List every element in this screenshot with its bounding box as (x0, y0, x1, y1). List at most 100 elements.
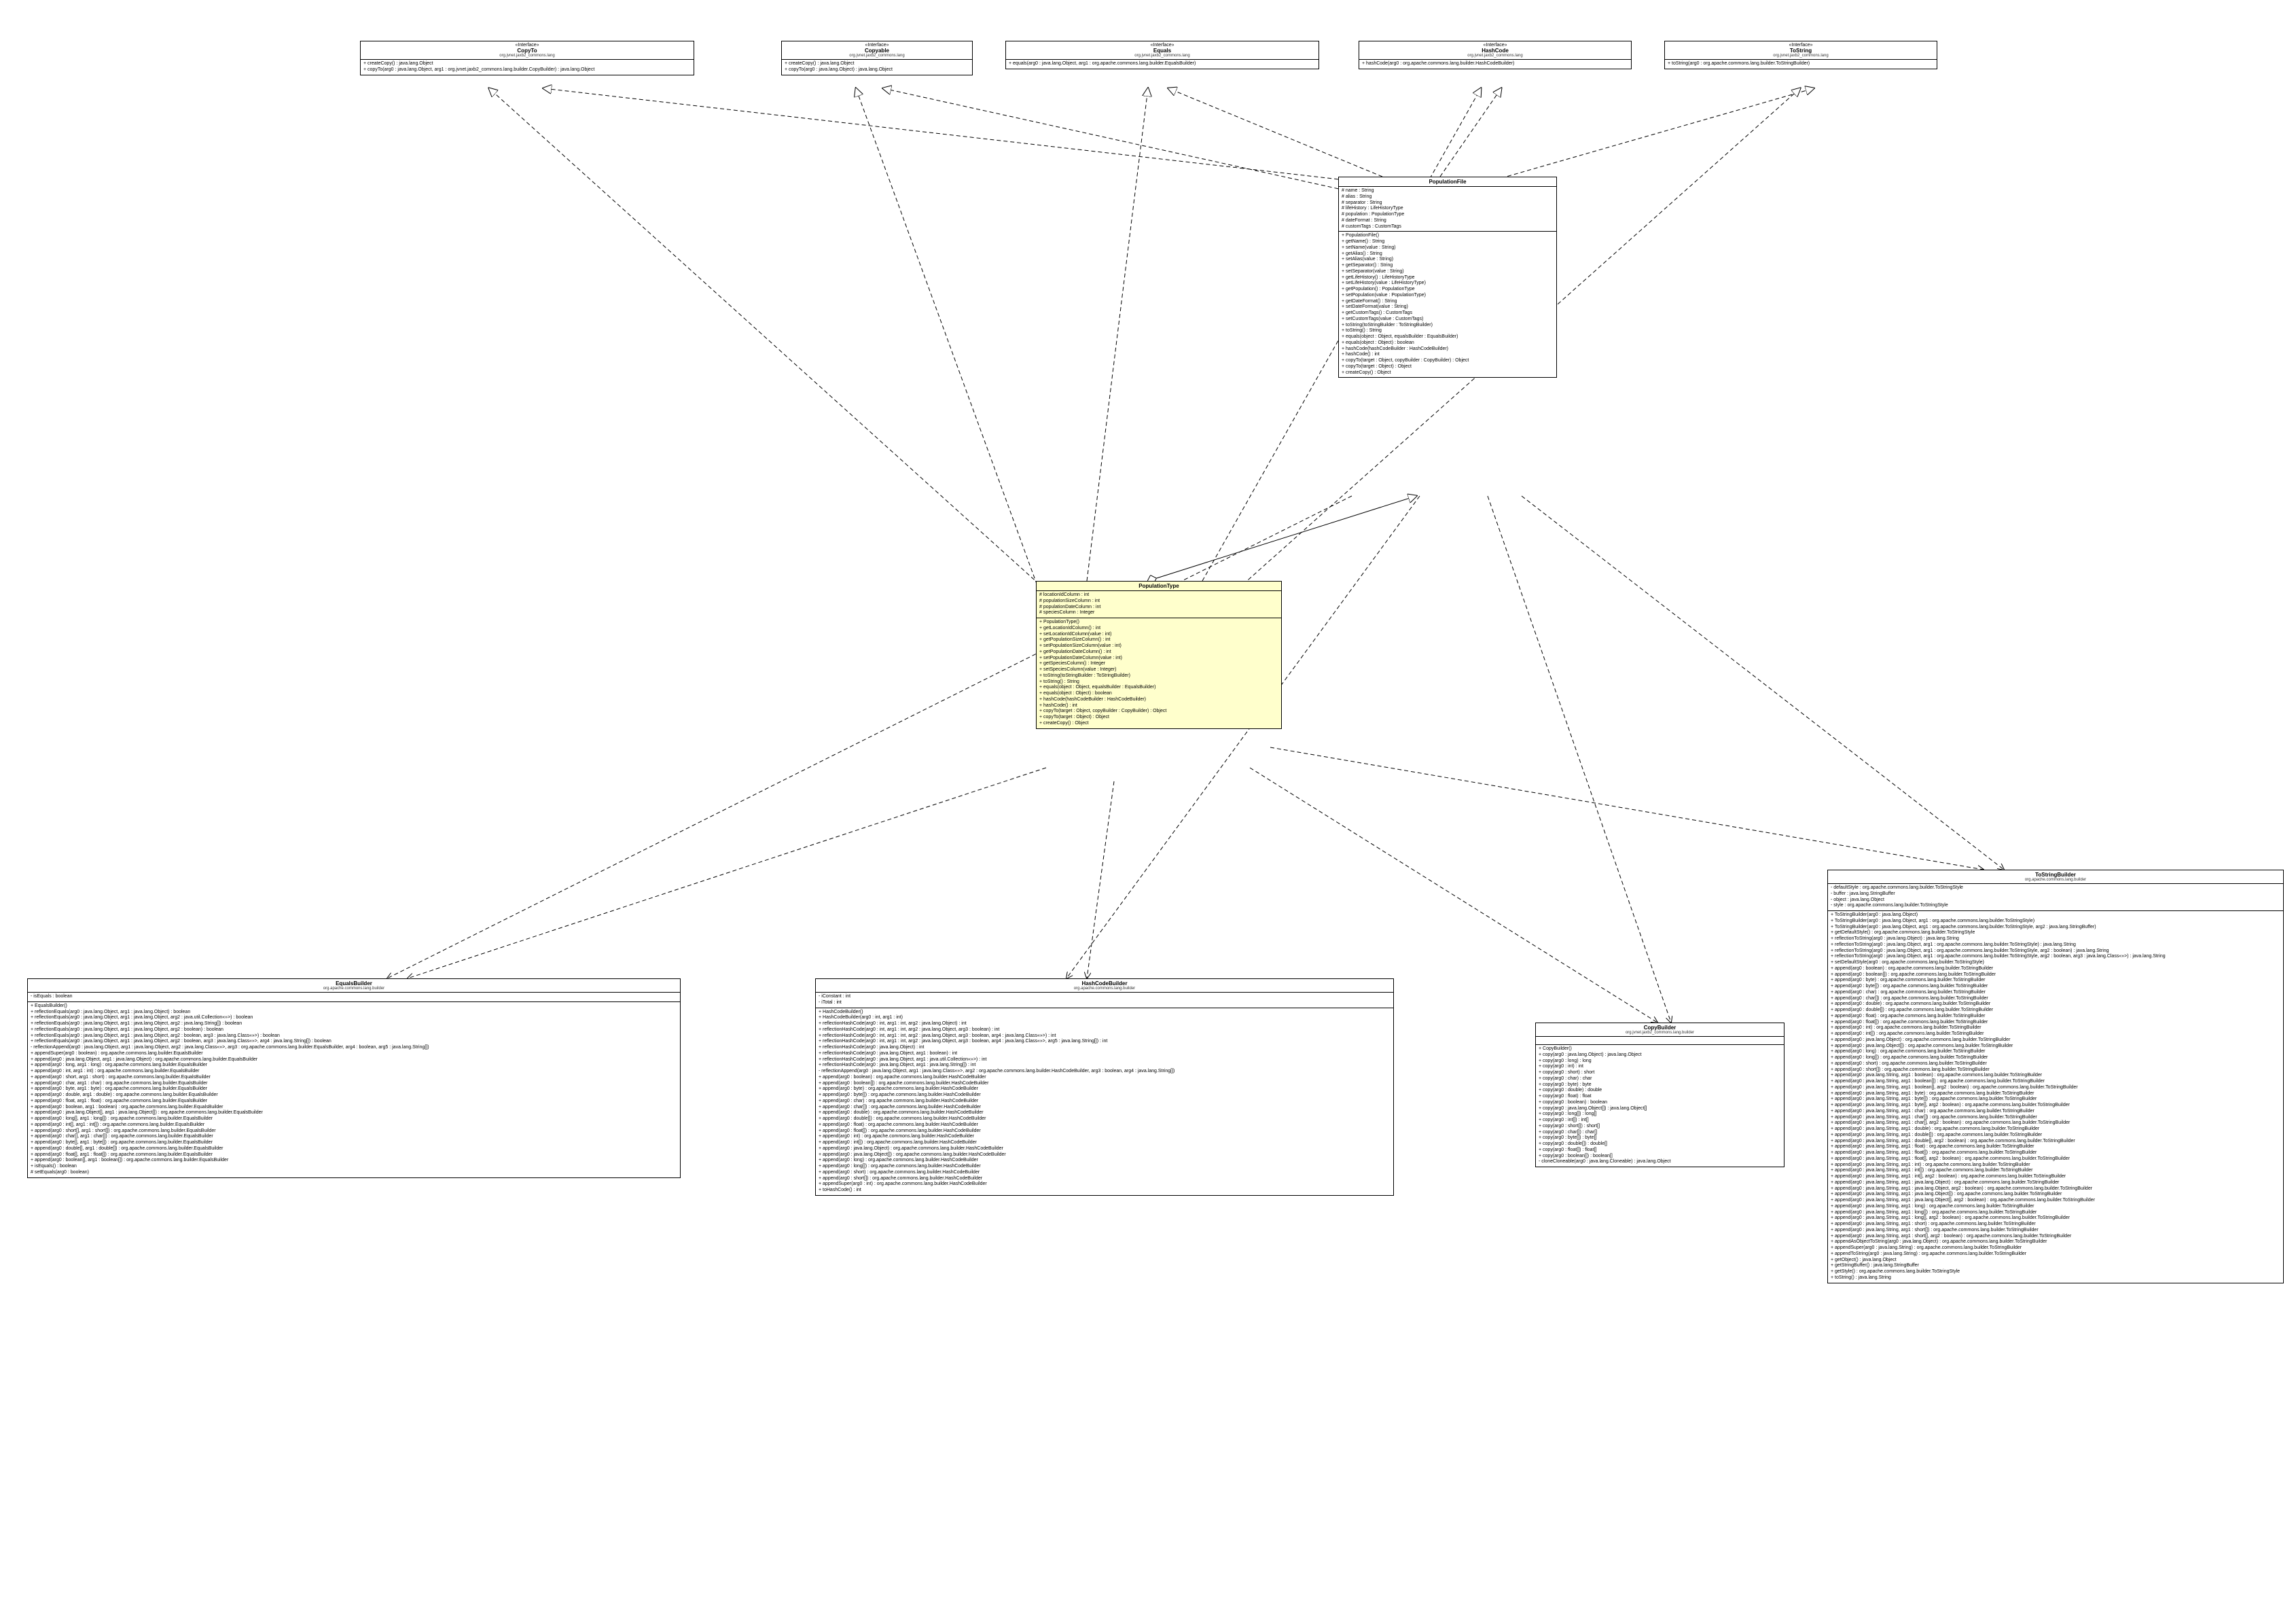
member: + hashCode(hashCodeBuilder : HashCodeBui… (1342, 347, 1554, 353)
member: + reflectionEquals(arg0 : java.lang.Obje… (31, 1039, 677, 1045)
member: + HashCodeBuilder(arg0 : int, arg1 : int… (819, 1015, 1391, 1021)
member: + append(arg0 : java.lang.Object) : org.… (819, 1146, 1391, 1152)
member: + copy(arg0 : byte) : byte (1539, 1082, 1781, 1088)
member: + copy(arg0 : char[]) : char[] (1539, 1130, 1781, 1136)
member: + append(arg0 : java.lang.String, arg1 :… (1831, 1156, 2280, 1162)
member: + equals(arg0 : java.lang.Object, arg1 :… (1009, 61, 1316, 67)
member: + getSeparator() : String (1342, 263, 1554, 269)
stereotype: «Interface» (785, 43, 969, 48)
member: + copy(arg0 : long) : long (1539, 1059, 1781, 1065)
package: org.apache.commons.lang.builder (31, 987, 677, 991)
fields: - iConstant : int- iTotal : int (816, 993, 1393, 1008)
member: # lifeHistory : LifeHistoryType (1342, 206, 1554, 212)
member: + hashCode(arg0 : org.apache.commons.lan… (1362, 61, 1628, 67)
member: + append(arg0 : float) : org.apache.comm… (819, 1122, 1391, 1129)
member: + getLocationIdColumn() : int (1039, 626, 1278, 632)
methods: + hashCode(arg0 : org.apache.commons.lan… (1359, 60, 1631, 69)
member: + append(arg0 : byte, arg1 : byte) : org… (31, 1086, 677, 1093)
member: + append(arg0 : boolean[]) : org.apache.… (819, 1081, 1391, 1087)
member: + getCustomTags() : CustomTags (1342, 310, 1554, 317)
member: + append(arg0 : long[]) : org.apache.com… (819, 1164, 1391, 1170)
member: + reflectionHashCode(arg0 : java.lang.Ob… (819, 1045, 1391, 1051)
member: + append(arg0 : boolean[]) : org.apache.… (1831, 972, 2280, 978)
methods: + equals(arg0 : java.lang.Object, arg1 :… (1006, 60, 1319, 69)
member: + copy(arg0 : double[]) : double[] (1539, 1141, 1781, 1148)
member: + reflectionHashCode(arg0 : java.lang.Ob… (819, 1063, 1391, 1069)
member: # locationIdColumn : int (1039, 592, 1278, 599)
member: # setEquals(arg0 : boolean) (31, 1170, 677, 1176)
member: + setAlias(value : String) (1342, 257, 1554, 263)
member: + PopulationType() (1039, 620, 1278, 626)
member: + append(arg0 : java.lang.String, arg1 :… (1831, 1215, 2280, 1222)
class-name: ToStringBuilder (1831, 872, 2280, 878)
member: + append(arg0 : float[], arg1 : float[])… (31, 1152, 677, 1158)
member: + append(arg0 : long, arg1 : long) : org… (31, 1063, 677, 1069)
member: + append(arg0 : double[]) : org.apache.c… (819, 1116, 1391, 1122)
uml-diagram: «Interface»CopyToorg.jvnet.jaxb2_commons… (0, 0, 2296, 1598)
member: + getStyle() : org.apache.commons.lang.b… (1831, 1269, 2280, 1275)
member: + setPopulationDateColumn(value : int) (1039, 656, 1278, 662)
member: + appendSuper(arg0 : boolean) : org.apac… (31, 1051, 677, 1057)
member: + appendSuper(arg0 : int) : org.apache.c… (819, 1182, 1391, 1188)
member: + append(arg0 : float[]) : org.apache.co… (1831, 1020, 2280, 1026)
methods: + createCopy() : java.lang.Object+ copyT… (782, 60, 972, 75)
member: + append(arg0 : java.lang.String, arg1 :… (1831, 1109, 2280, 1115)
member: + append(arg0 : java.lang.String, arg1 :… (1831, 1168, 2280, 1174)
class-name: Copyable (785, 48, 969, 54)
class-tostring: «Interface»ToStringorg.jvnet.jaxb2_commo… (1664, 41, 1937, 69)
member: + getDefaultStyle() : org.apache.commons… (1831, 930, 2280, 936)
member: + append(arg0 : int) : org.apache.common… (819, 1134, 1391, 1140)
member: + append(arg0 : int[]) : org.apache.comm… (1831, 1031, 2280, 1037)
member: + append(arg0 : short[]) : org.apache.co… (819, 1176, 1391, 1182)
member: + append(arg0 : char[]) : org.apache.com… (819, 1105, 1391, 1111)
member: + copy(arg0 : long[]) : long[] (1539, 1112, 1781, 1118)
class-copyable: «Interface»Copyableorg.jvnet.jaxb2_commo… (781, 41, 973, 75)
member: - object : java.lang.Object (1831, 898, 2280, 904)
class-hashcode: «Interface»HashCodeorg.jvnet.jaxb2_commo… (1359, 41, 1632, 69)
member: + append(arg0 : java.lang.String, arg1 :… (1831, 1103, 2280, 1109)
member: # separator : String (1342, 200, 1554, 207)
member: + append(arg0 : java.lang.Object[]) : or… (1831, 1044, 2280, 1050)
member: + copyTo(target : Object) : Object (1039, 715, 1278, 721)
member: + append(arg0 : java.lang.String, arg1 :… (1831, 1204, 2280, 1210)
member: # customTags : CustomTags (1342, 224, 1554, 230)
member: + append(arg0 : long[]) : org.apache.com… (1831, 1055, 2280, 1061)
fields: # name : String# alias : String# separat… (1339, 187, 1556, 232)
package: org.jvnet.jaxb2_commons.lang (363, 54, 691, 58)
member: - isEquals : boolean (31, 994, 677, 1000)
methods: + EqualsBuilder()+ reflectionEquals(arg0… (28, 1002, 680, 1177)
member: + append(arg0 : int) : org.apache.common… (1831, 1025, 2280, 1031)
member: + append(arg0 : boolean) : org.apache.co… (819, 1075, 1391, 1081)
member: + toString() : String (1039, 679, 1278, 686)
member: + append(arg0 : java.lang.Object, arg1 :… (31, 1057, 677, 1063)
member: + append(arg0 : java.lang.Object[], arg1… (31, 1110, 677, 1116)
member: + append(arg0 : byte) : org.apache.commo… (819, 1086, 1391, 1093)
member: + ToStringBuilder(arg0 : java.lang.Objec… (1831, 925, 2280, 931)
member: - reflectionAppend(arg0 : java.lang.Obje… (31, 1045, 677, 1051)
member: + reflectionEquals(arg0 : java.lang.Obje… (31, 1027, 677, 1033)
methods: + toString(arg0 : org.apache.commons.lan… (1665, 60, 1937, 69)
class-name: HashCode (1362, 48, 1628, 54)
member: + setSeparator(value : String) (1342, 269, 1554, 275)
member: - style : org.apache.commons.lang.builde… (1831, 903, 2280, 909)
member: + copy(arg0 : short[]) : short[] (1539, 1124, 1781, 1130)
member: + append(arg0 : java.lang.Object) : org.… (1831, 1037, 2280, 1044)
member: + append(arg0 : java.lang.String, arg1 :… (1831, 1085, 2280, 1091)
member: + append(arg0 : java.lang.String, arg1 :… (1831, 1186, 2280, 1192)
class-equalsbuilder: EqualsBuilderorg.apache.commons.lang.bui… (27, 978, 681, 1178)
member: + reflectionHashCode(arg0 : java.lang.Ob… (819, 1057, 1391, 1063)
methods: + createCopy() : java.lang.Object+ copyT… (361, 60, 694, 75)
member: + append(arg0 : char) : org.apache.commo… (1831, 990, 2280, 996)
member: + append(arg0 : boolean[], arg1 : boolea… (31, 1158, 677, 1164)
member: + append(arg0 : short[], arg1 : short[])… (31, 1129, 677, 1135)
member: + copy(arg0 : int) : int (1539, 1064, 1781, 1070)
member: + hashCode(hashCodeBuilder : HashCodeBui… (1039, 697, 1278, 703)
member: + getPopulationDateColumn() : int (1039, 650, 1278, 656)
member: + copyTo(target : Object, copyBuilder : … (1039, 709, 1278, 715)
stereotype: «Interface» (363, 43, 691, 48)
member: + append(arg0 : double) : org.apache.com… (819, 1110, 1391, 1116)
member: + getStringBuffer() : java.lang.StringBu… (1831, 1263, 2280, 1269)
class-hashcodebuilder: HashCodeBuilderorg.apache.commons.lang.b… (815, 978, 1394, 1196)
member: # population : PopulationType (1342, 212, 1554, 218)
class-tostringbuilder: ToStringBuilderorg.apache.commons.lang.b… (1827, 870, 2284, 1283)
